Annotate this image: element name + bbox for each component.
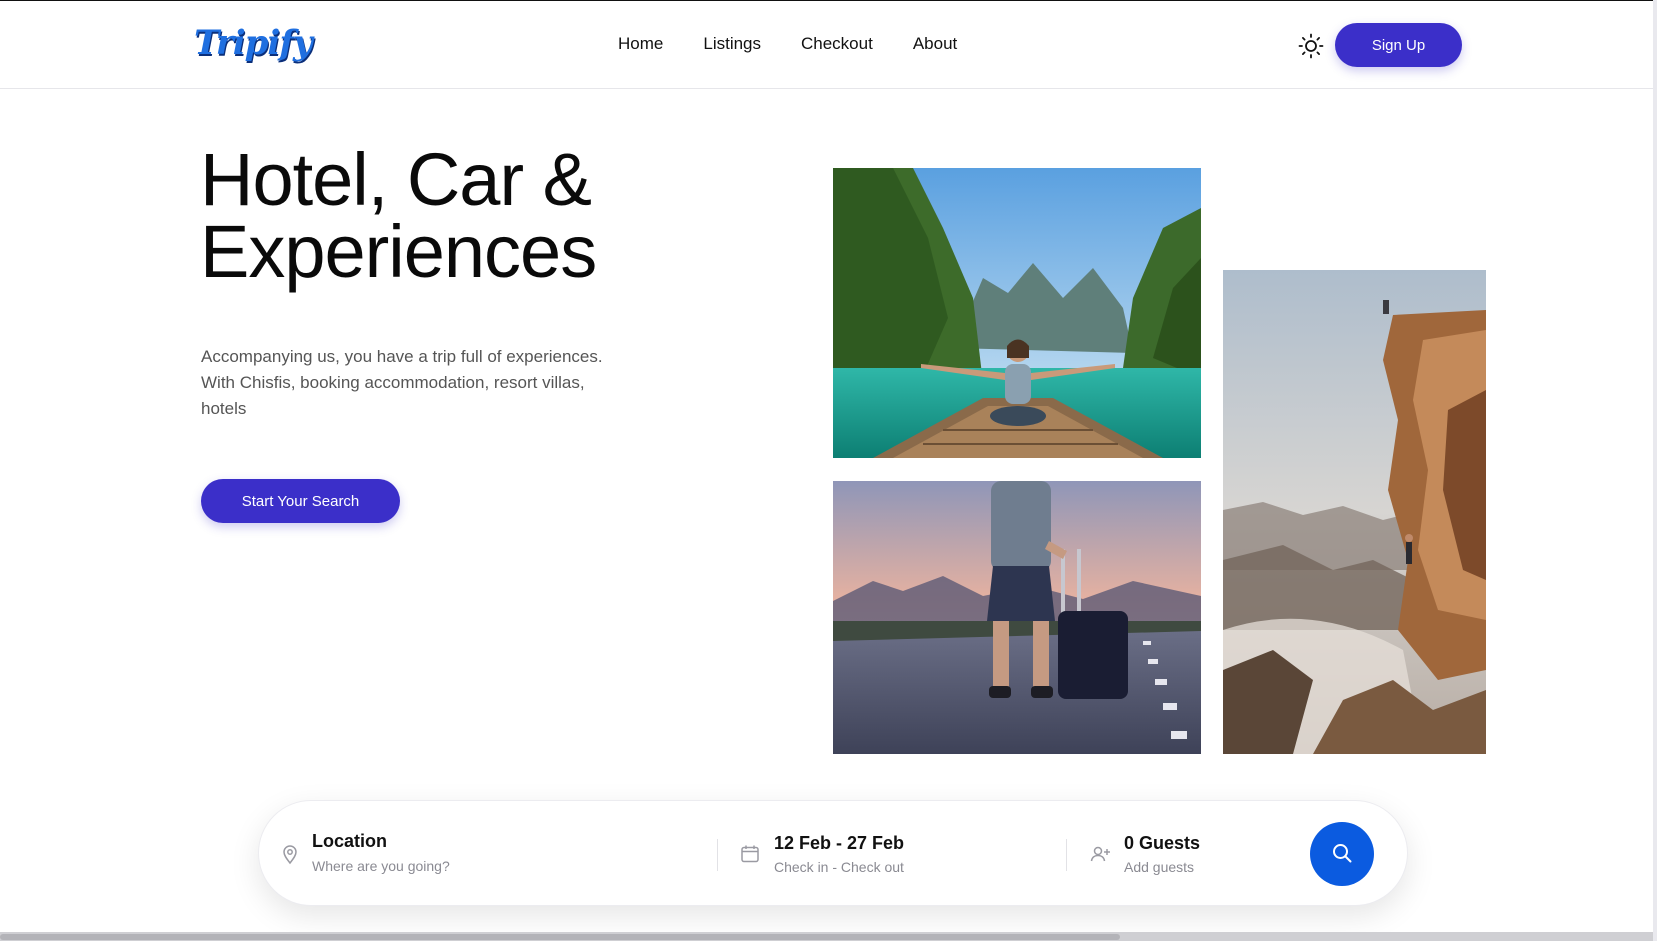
hero-title-line-1: Hotel, Car & [200,138,592,221]
hero-title-line-2: Experiences [200,210,597,293]
search-submit-button[interactable] [1310,822,1374,886]
boat-travel-photo [833,168,1201,458]
search-icon [1330,841,1354,868]
nav-checkout[interactable]: Checkout [801,34,873,54]
dates-field[interactable]: 12 Feb - 27 Feb Check in - Check out [729,801,1059,907]
main-nav: Home Listings Checkout About [618,34,957,54]
search-divider [1066,839,1067,871]
nav-listings[interactable]: Listings [703,34,761,54]
guests-subtitle: Add guests [1124,859,1195,875]
location-title: Location [312,831,387,851]
dates-title: 12 Feb - 27 Feb [774,833,905,853]
nav-about[interactable]: About [913,34,957,54]
add-user-icon [1089,843,1111,865]
hero-title: Hotel, Car & Experiences [200,143,760,289]
road-suitcase-photo [833,481,1201,754]
nav-home[interactable]: Home [618,34,663,54]
search-bar: Location Where are you going? 12 Feb - 2… [258,800,1408,906]
sun-icon[interactable] [1298,33,1324,59]
calendar-icon [739,843,761,865]
location-field[interactable]: Location Where are you going? [259,801,689,907]
vertical-scrollbar[interactable] [1653,0,1657,941]
search-divider [717,839,718,871]
guests-field[interactable]: 0 Guests Add guests [1079,801,1299,907]
horizontal-scrollbar-thumb[interactable] [0,934,1120,940]
location-placeholder: Where are you going? [312,858,450,874]
logo[interactable]: Tripify [194,23,313,63]
start-search-button[interactable]: Start Your Search [201,479,400,523]
cliff-canyon-photo [1223,270,1486,754]
guests-title: 0 Guests [1124,833,1201,853]
map-pin-icon [279,843,301,865]
dates-subtitle: Check in - Check out [774,859,904,875]
site-header: Tripify Home Listings Checkout About Sig… [0,1,1653,89]
page: Tripify Home Listings Checkout About Sig… [0,0,1657,941]
hero-description: Accompanying us, you have a trip full of… [201,347,603,418]
sign-up-button[interactable]: Sign Up [1335,23,1462,67]
